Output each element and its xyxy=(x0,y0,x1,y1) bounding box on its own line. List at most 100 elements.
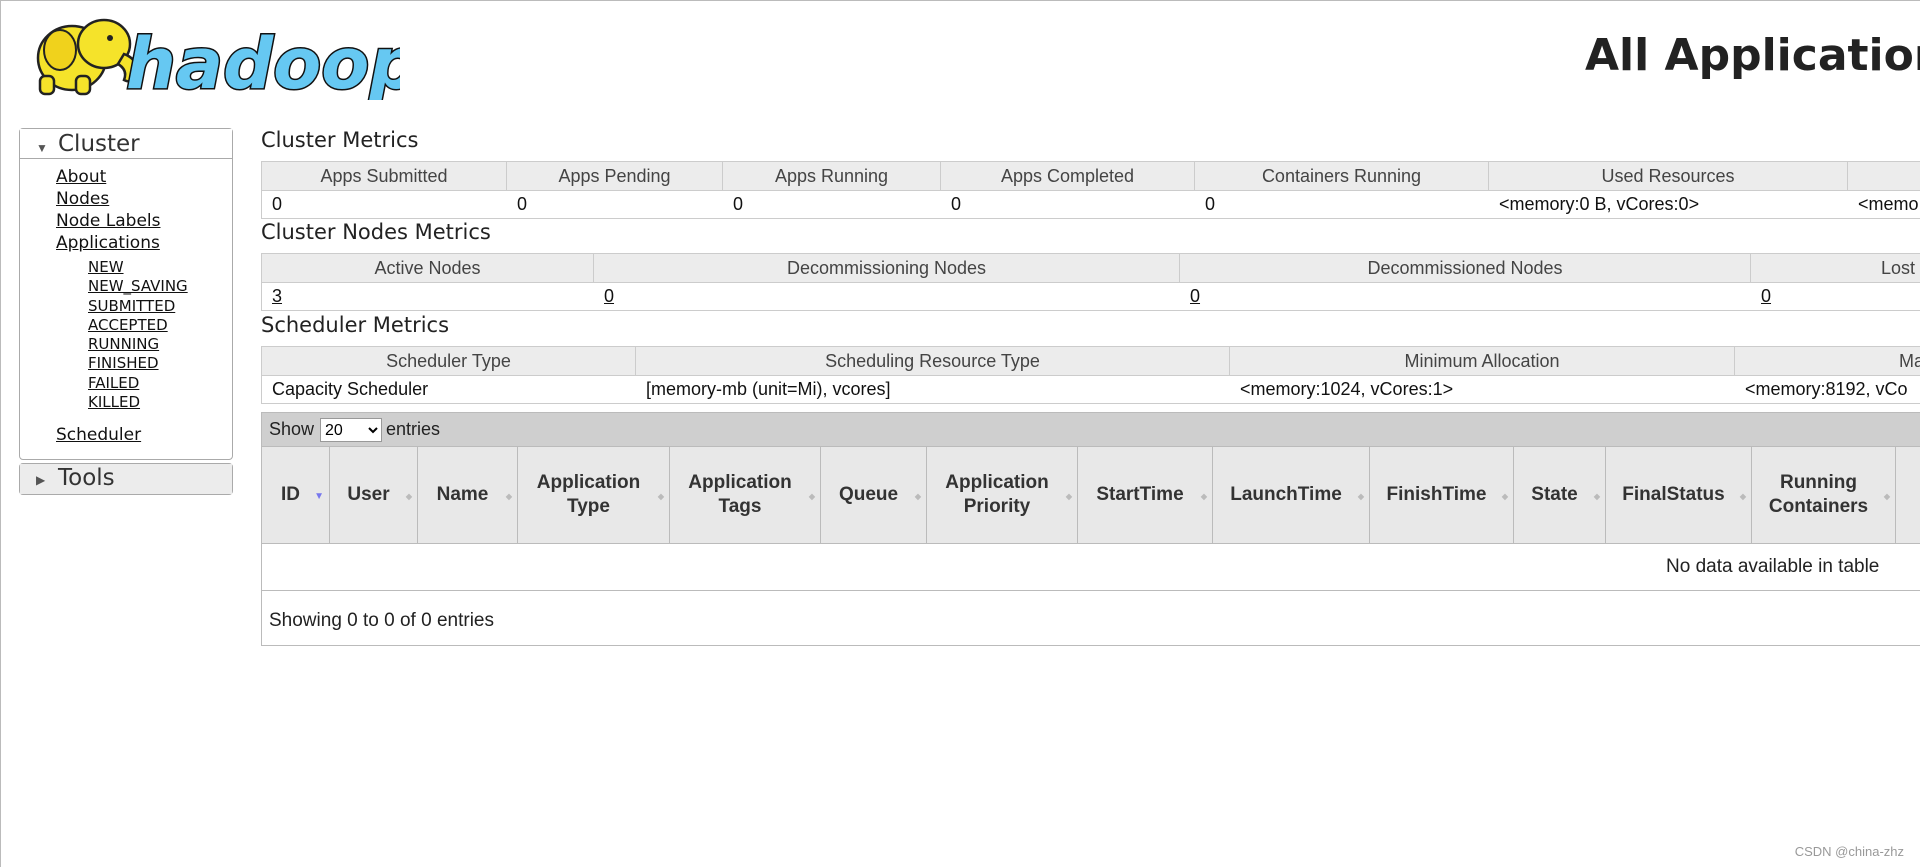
sort-icon: ◆ xyxy=(1883,492,1890,501)
sort-icon: ◆ xyxy=(1200,492,1207,501)
metric-header: Lost Nod xyxy=(1751,254,1920,282)
caret-down-icon: ▼ xyxy=(36,141,48,155)
maximum-allocation-value: <memory:8192, vCo xyxy=(1745,379,1908,399)
nav-link-state-finished[interactable]: FINISHED xyxy=(88,354,159,372)
tools-nav-header[interactable]: ▶ Tools xyxy=(20,464,232,494)
show-label: Show xyxy=(269,419,315,439)
table-header-row: ID ▼ User ◆ Name ◆ Application Type ◆ Applic… xyxy=(262,446,1920,544)
entries-label: entries xyxy=(386,419,441,439)
cluster-nav-header[interactable]: ▼ Cluster xyxy=(20,129,232,159)
metric-header: Used Resources xyxy=(1489,162,1848,190)
caret-right-icon: ▶ xyxy=(36,473,46,487)
column-header-application-priority[interactable]: Application Priority ◆ xyxy=(927,447,1078,543)
logo-wordmark: hadoop xyxy=(126,23,400,100)
sort-icon: ◆ xyxy=(1501,492,1508,501)
sort-icon: ◆ xyxy=(1357,492,1364,501)
nav-link-state-new-saving[interactable]: NEW_SAVING xyxy=(88,277,188,295)
cluster-nodes-metrics-table: Active Nodes Decommissioning Nodes Decom… xyxy=(261,253,1920,311)
cluster-nodes-metrics-title: Cluster Nodes Metrics xyxy=(261,220,491,244)
column-header-truncated[interactable]: A xyxy=(1896,447,1920,543)
metric-header: Ma xyxy=(1735,347,1920,375)
sort-icon: ◆ xyxy=(657,492,664,501)
sort-icon: ◆ xyxy=(1739,492,1746,501)
sort-icon: ◆ xyxy=(914,492,921,501)
metric-header: Apps Completed xyxy=(941,162,1195,190)
column-header-launchtime[interactable]: LaunchTime ◆ xyxy=(1213,447,1370,543)
applications-table: Show 20 entries ID ▼ User ◆ Name ◆ Applicat… xyxy=(261,412,1920,646)
decommissioning-nodes-value: 0 xyxy=(594,283,1180,310)
scheduling-resource-type-value: [memory-mb (unit=Mi), vcores] xyxy=(646,379,891,399)
nav-link-state-accepted[interactable]: ACCEPTED xyxy=(88,316,168,334)
metric-header: Apps Pending xyxy=(507,162,723,190)
metric-header: Active Nodes xyxy=(262,254,594,282)
metric-value: 0 xyxy=(951,194,962,214)
page-title: All Applications xyxy=(1585,30,1920,81)
lost-nodes-value: 0 xyxy=(1751,283,1920,310)
table-length-control: Show 20 entries xyxy=(262,413,1920,446)
metric-value: <memory:0 B, vCores:0> xyxy=(1499,194,1700,214)
nav-link-about[interactable]: About xyxy=(56,167,106,187)
column-header-running-containers[interactable]: Running Containers ◆ xyxy=(1752,447,1896,543)
tools-nav-title: Tools xyxy=(58,465,115,491)
metric-header: Apps Running xyxy=(723,162,941,190)
active-nodes-link[interactable]: 3 xyxy=(272,286,282,306)
nav-link-scheduler[interactable]: Scheduler xyxy=(56,425,141,445)
nav-link-state-killed[interactable]: KILLED xyxy=(88,393,140,411)
table-empty-row: No data available in table xyxy=(262,544,1920,591)
sort-desc-icon: ▼ xyxy=(314,491,324,502)
nav-link-applications[interactable]: Applications xyxy=(56,233,160,253)
column-header-finalstatus[interactable]: FinalStatus ◆ xyxy=(1606,447,1752,543)
column-header-user[interactable]: User ◆ xyxy=(330,447,418,543)
elephant-icon xyxy=(36,18,138,96)
scheduler-type-value: Capacity Scheduler xyxy=(272,379,429,399)
metric-value: 0 xyxy=(1205,194,1216,214)
active-nodes-value: 3 xyxy=(262,283,594,310)
column-header-finishtime[interactable]: FinishTime ◆ xyxy=(1370,447,1514,543)
sort-icon: ◆ xyxy=(1593,492,1600,501)
sort-icon: ◆ xyxy=(808,492,815,501)
metric-value: <memo xyxy=(1858,194,1919,214)
cluster-nav-panel: ▼ Cluster About Nodes Node Labels Applic… xyxy=(19,128,233,460)
tools-nav-panel[interactable]: ▶ Tools xyxy=(19,463,233,495)
nav-link-nodes[interactable]: Nodes xyxy=(56,189,109,209)
column-header-queue[interactable]: Queue ◆ xyxy=(821,447,927,543)
metric-value: 0 xyxy=(272,194,283,214)
column-header-application-type[interactable]: Application Type ◆ xyxy=(518,447,670,543)
column-header-application-tags[interactable]: Application Tags ◆ xyxy=(670,447,821,543)
column-header-name[interactable]: Name ◆ xyxy=(418,447,518,543)
watermark: CSDN @china-zhz xyxy=(1794,844,1904,859)
sort-icon: ◆ xyxy=(405,492,412,501)
metric-value: 0 xyxy=(733,194,744,214)
decommissioned-nodes-value: 0 xyxy=(1180,283,1751,310)
nav-link-state-running[interactable]: RUNNING xyxy=(88,335,159,353)
decommissioned-nodes-link[interactable]: 0 xyxy=(1190,286,1200,306)
cluster-metrics-table: Apps Submitted Apps Pending Apps Running… xyxy=(261,161,1920,219)
decommissioning-nodes-link[interactable]: 0 xyxy=(604,286,614,306)
column-header-id[interactable]: ID ▼ xyxy=(262,447,330,543)
nav-link-state-new[interactable]: NEW xyxy=(88,258,124,276)
nav-link-state-submitted[interactable]: SUBMITTED xyxy=(88,297,175,315)
metric-value: 0 xyxy=(517,194,528,214)
page-size-select[interactable]: 20 xyxy=(320,418,382,442)
lost-nodes-link[interactable]: 0 xyxy=(1761,286,1771,306)
metric-header: Minimum Allocation xyxy=(1230,347,1735,375)
column-header-starttime[interactable]: StartTime ◆ xyxy=(1078,447,1213,543)
nav-link-node-labels[interactable]: Node Labels xyxy=(56,211,161,231)
hadoop-logo[interactable]: hadoop xyxy=(20,10,400,100)
metric-header: Containers Running xyxy=(1195,162,1489,190)
sort-icon: ◆ xyxy=(505,492,512,501)
scheduler-metrics-table: Scheduler Type Scheduling Resource Type … xyxy=(261,346,1920,404)
metric-header: Decommissioning Nodes xyxy=(594,254,1180,282)
metric-header xyxy=(1848,162,1920,190)
nav-link-state-failed[interactable]: FAILED xyxy=(88,374,139,392)
metric-header: Decommissioned Nodes xyxy=(1180,254,1751,282)
empty-message: No data available in table xyxy=(1666,556,1880,577)
column-header-state[interactable]: State ◆ xyxy=(1514,447,1606,543)
metric-header: Scheduling Resource Type xyxy=(636,347,1230,375)
table-info: Showing 0 to 0 of 0 entries xyxy=(269,610,494,631)
cluster-metrics-title: Cluster Metrics xyxy=(261,128,419,152)
metric-header: Scheduler Type xyxy=(262,347,636,375)
minimum-allocation-value: <memory:1024, vCores:1> xyxy=(1240,379,1454,399)
scheduler-metrics-title: Scheduler Metrics xyxy=(261,313,450,337)
cluster-nav-title: Cluster xyxy=(58,131,140,157)
